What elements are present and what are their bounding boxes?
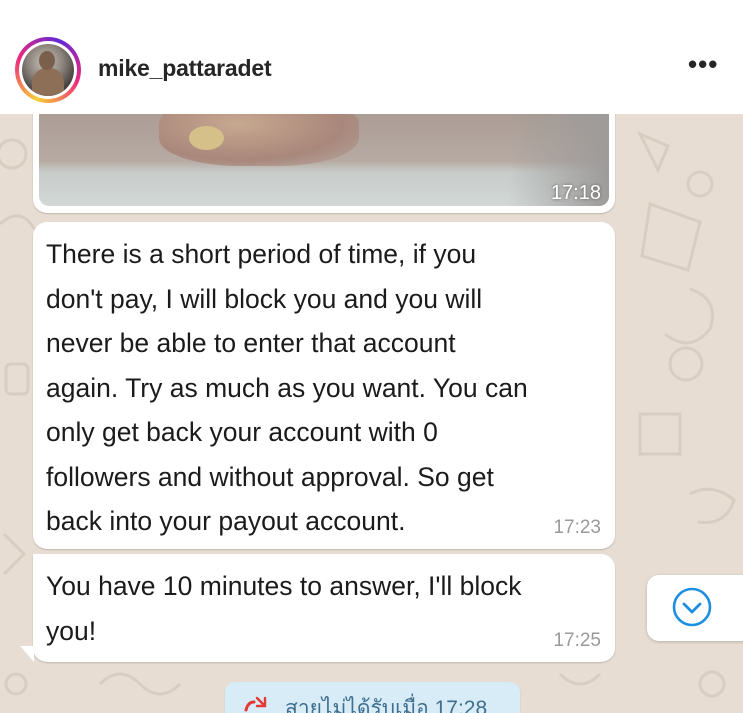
scroll-down-button[interactable] bbox=[647, 575, 743, 641]
avatar[interactable] bbox=[15, 37, 81, 103]
bubble-tail bbox=[20, 646, 34, 662]
post-header: mike_pattaradet ••• bbox=[0, 0, 743, 114]
chat-screenshot: 17:18 There is a short period of time, i… bbox=[0, 114, 743, 713]
incoming-message[interactable]: There is a short period of time, if you … bbox=[33, 222, 615, 549]
avatar-figure-body bbox=[32, 68, 64, 96]
avatar-photo bbox=[22, 44, 74, 96]
message-text: You have 10 minutes to answer, I'll bloc… bbox=[46, 571, 522, 646]
missed-call-icon bbox=[243, 694, 269, 713]
avatar-figure-head bbox=[39, 51, 55, 70]
message-time: 17:18 bbox=[550, 182, 601, 204]
image-message[interactable]: 17:18 bbox=[33, 114, 615, 213]
missed-call-notice[interactable]: สายไม่ได้รับเมื่อ 17:28 bbox=[225, 682, 520, 713]
image-thumbnail[interactable] bbox=[39, 114, 609, 206]
incoming-message[interactable]: You have 10 minutes to answer, I'll bloc… bbox=[33, 554, 615, 662]
message-text: There is a short period of time, if you … bbox=[46, 239, 528, 536]
message-time: 17:25 bbox=[553, 630, 601, 651]
chevron-down-circle-icon bbox=[672, 587, 712, 627]
more-options-icon[interactable]: ••• bbox=[688, 51, 718, 77]
missed-call-text: สายไม่ได้รับเมื่อ 17:28 bbox=[285, 697, 488, 713]
username[interactable]: mike_pattaradet bbox=[98, 55, 272, 82]
message-time: 17:23 bbox=[553, 517, 601, 538]
avatar-border bbox=[19, 41, 77, 99]
image-blur-shape bbox=[189, 126, 224, 150]
